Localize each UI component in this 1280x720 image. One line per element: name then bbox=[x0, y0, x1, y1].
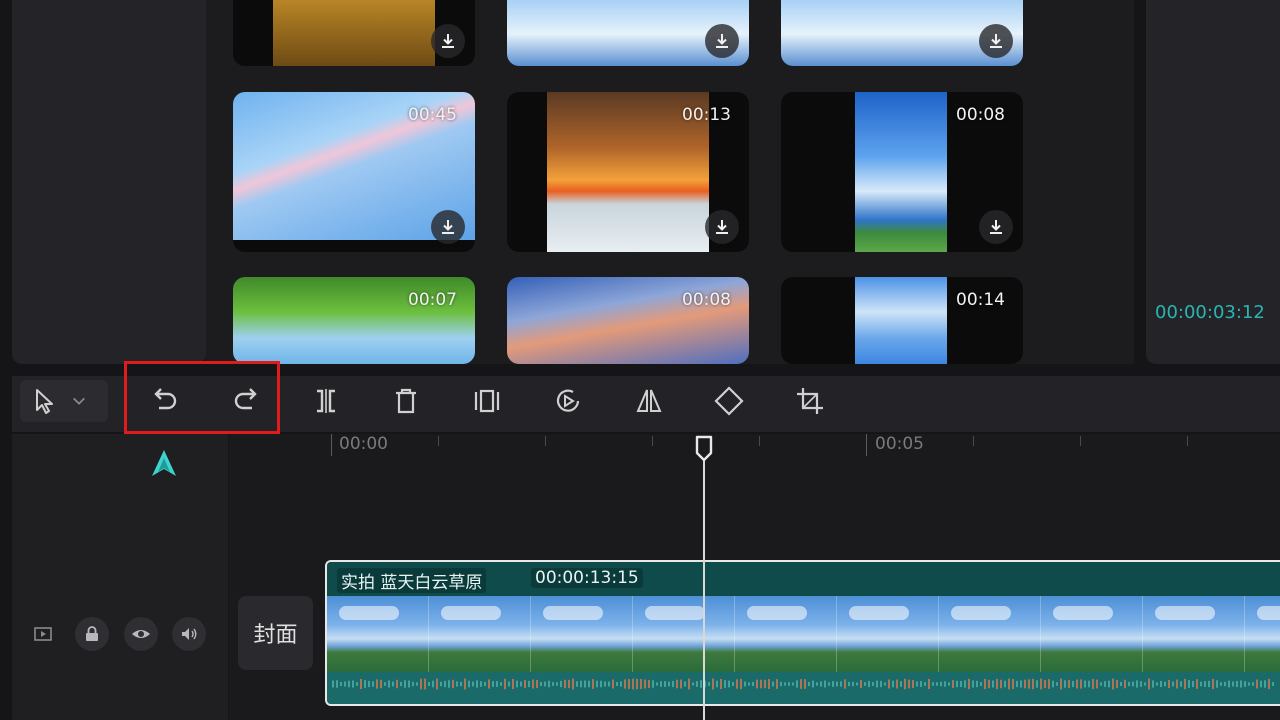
filmstrip-frame bbox=[1143, 596, 1245, 672]
filmstrip-frame bbox=[531, 596, 633, 672]
media-thumbnail bbox=[855, 277, 947, 364]
media-thumbnail bbox=[273, 0, 435, 66]
media-duration: 00:07 bbox=[408, 290, 457, 310]
download-icon[interactable] bbox=[431, 210, 465, 244]
visibility-button[interactable] bbox=[124, 617, 158, 651]
media-duration: 00:13 bbox=[682, 105, 731, 125]
media-duration: 00:14 bbox=[956, 290, 1005, 310]
ruler-tick bbox=[545, 436, 546, 446]
filmstrip-frame bbox=[939, 596, 1041, 672]
audio-waveform bbox=[327, 672, 1280, 704]
filmstrip-frame bbox=[633, 596, 735, 672]
mouse-cursor-icon bbox=[152, 450, 176, 476]
lock-icon bbox=[86, 626, 98, 641]
ruler-tick bbox=[866, 434, 867, 456]
rotate-icon bbox=[714, 386, 744, 416]
media-card[interactable]: 00:45 bbox=[233, 92, 475, 252]
clip-duration: 00:00:13:15 bbox=[531, 568, 643, 588]
track-header-panel bbox=[12, 434, 228, 720]
delete-button[interactable] bbox=[380, 378, 432, 424]
split-icon bbox=[317, 389, 335, 413]
filmstrip-frame bbox=[1041, 596, 1143, 672]
media-card[interactable]: 00:13 bbox=[507, 92, 749, 252]
media-card[interactable]: 00:07 bbox=[233, 277, 475, 364]
speaker-icon bbox=[182, 628, 197, 640]
media-thumbnail bbox=[855, 92, 947, 252]
filmstrip-frame bbox=[1245, 596, 1280, 672]
media-card[interactable] bbox=[781, 0, 1023, 66]
playhead-handle[interactable] bbox=[694, 434, 714, 462]
ruler-label-1: 00:05 bbox=[875, 434, 924, 454]
mirror-button[interactable] bbox=[623, 378, 675, 424]
eye-icon bbox=[132, 630, 150, 638]
ruler-label-0: 00:00 bbox=[339, 434, 388, 454]
filmstrip-frame bbox=[837, 596, 939, 672]
download-icon[interactable] bbox=[431, 24, 465, 58]
filmstrip-frame bbox=[327, 596, 429, 672]
chevron-down-icon[interactable] bbox=[64, 378, 94, 424]
clip-name: 实拍 蓝天白云草原 bbox=[337, 568, 487, 593]
download-icon[interactable] bbox=[979, 24, 1013, 58]
media-duration: 00:08 bbox=[956, 105, 1005, 125]
ruler-tick bbox=[652, 436, 653, 446]
undo-redo-highlight-box bbox=[124, 361, 280, 434]
download-icon[interactable] bbox=[705, 24, 739, 58]
reverse-button[interactable] bbox=[542, 378, 594, 424]
download-icon[interactable] bbox=[705, 210, 739, 244]
filmstrip-frame bbox=[429, 596, 531, 672]
media-card[interactable]: 00:08 bbox=[781, 92, 1023, 252]
left-panel bbox=[12, 0, 206, 364]
media-card[interactable]: 00:14 bbox=[781, 277, 1023, 364]
reverse-icon bbox=[556, 389, 580, 412]
clip-filmstrip bbox=[327, 596, 1280, 672]
download-icon[interactable] bbox=[979, 210, 1013, 244]
media-duration: 00:45 bbox=[408, 105, 457, 125]
cover-button[interactable]: 封面 bbox=[238, 596, 313, 670]
freeze-frame-button[interactable] bbox=[461, 378, 513, 424]
media-duration: 00:08 bbox=[682, 290, 731, 310]
ruler-tick bbox=[1187, 436, 1188, 446]
ruler-tick bbox=[438, 436, 439, 446]
trash-icon bbox=[396, 388, 416, 414]
split-button[interactable] bbox=[300, 378, 352, 424]
ruler-tick bbox=[973, 436, 974, 446]
mirror-icon bbox=[636, 389, 662, 412]
media-card[interactable] bbox=[507, 0, 749, 66]
video-clip[interactable]: 实拍 蓝天白云草原 00:00:13:15 bbox=[325, 560, 1280, 706]
select-arrow-icon[interactable] bbox=[18, 378, 70, 424]
track-type-video-icon bbox=[26, 617, 60, 651]
crop-button[interactable] bbox=[784, 378, 836, 424]
ruler-tick bbox=[331, 434, 332, 456]
crop-icon bbox=[797, 388, 823, 414]
ruler-tick bbox=[759, 436, 760, 446]
ruler-tick bbox=[1080, 436, 1081, 446]
mute-button[interactable] bbox=[172, 617, 206, 651]
preview-timecode: 00:00:03:12 bbox=[1155, 302, 1265, 323]
freeze-frame-icon bbox=[474, 389, 500, 413]
media-card[interactable]: 00:08 bbox=[507, 277, 749, 364]
filmstrip-frame bbox=[735, 596, 837, 672]
playhead-line[interactable] bbox=[703, 452, 705, 720]
media-card[interactable] bbox=[233, 0, 475, 66]
rotate-button[interactable] bbox=[703, 378, 755, 424]
lock-track-button[interactable] bbox=[75, 617, 109, 651]
